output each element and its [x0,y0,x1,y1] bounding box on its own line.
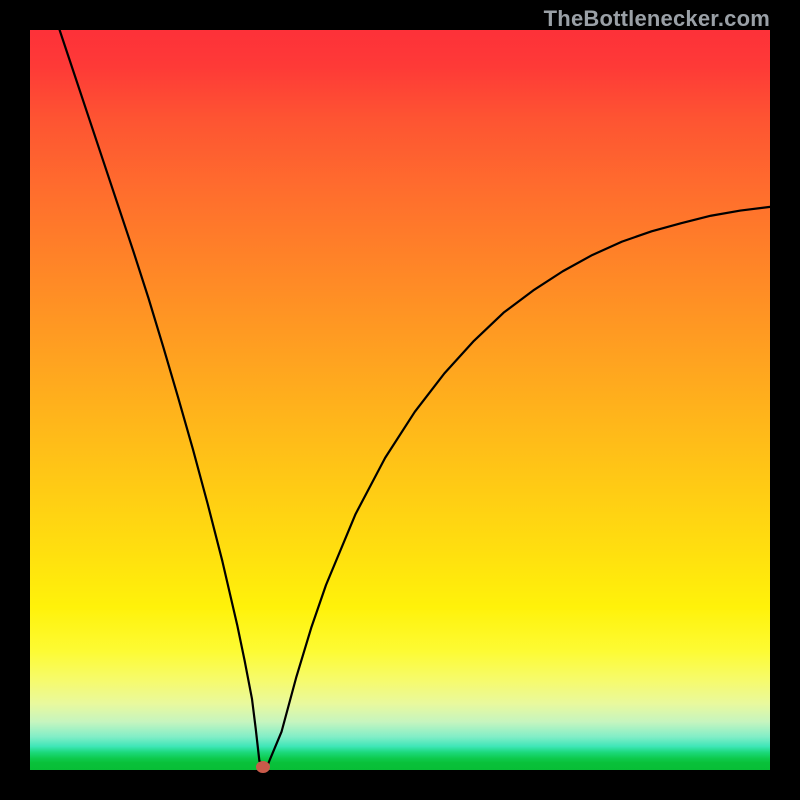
attribution-label: TheBottlenecker.com [544,6,770,32]
chart-frame: TheBottlenecker.com [0,0,800,800]
plot-area [30,30,770,770]
bottleneck-curve [30,30,770,770]
optimal-point-marker [256,761,270,773]
